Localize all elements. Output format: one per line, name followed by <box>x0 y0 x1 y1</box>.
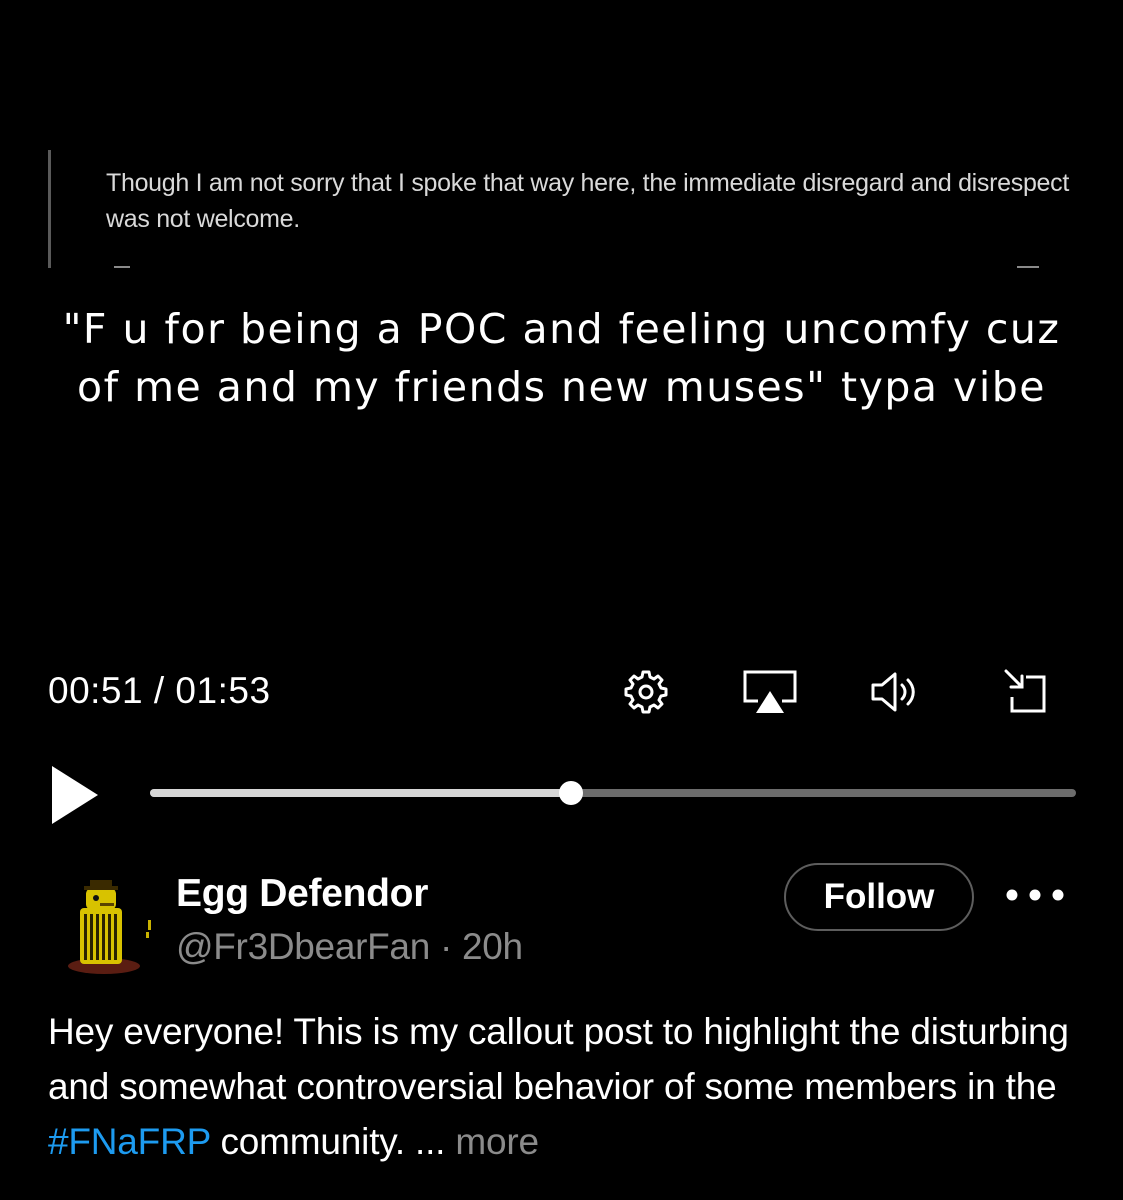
quote-bar <box>48 150 51 268</box>
progress-knob[interactable] <box>559 781 584 805</box>
progress-track[interactable] <box>150 781 1076 805</box>
author-meta: @Fr3DbearFan · 20h <box>176 926 523 968</box>
author-handle[interactable]: @Fr3DbearFan <box>176 926 430 967</box>
meta-separator: · <box>430 926 462 967</box>
minimize-icon[interactable] <box>996 664 1056 720</box>
progress-fill <box>150 789 572 797</box>
post-time[interactable]: 20h <box>462 926 523 967</box>
video-player[interactable]: Though I am not sorry that I spoke that … <box>0 0 1123 850</box>
play-icon[interactable] <box>46 764 102 826</box>
quoted-message-text: Though I am not sorry that I spoke that … <box>106 169 1070 233</box>
avatar[interactable] <box>64 874 160 978</box>
post-text: Hey everyone! This is my callout post to… <box>48 1004 1108 1169</box>
author-name[interactable]: Egg Defendor <box>176 872 428 916</box>
settings-icon[interactable] <box>616 664 676 720</box>
video-caption: "F u for being a POC and feeling uncomfy… <box>62 305 1061 411</box>
divider-left <box>114 266 130 268</box>
more-options-icon[interactable] <box>1004 880 1068 910</box>
follow-button[interactable]: Follow <box>784 863 974 931</box>
post-ellipsis: ... <box>415 1121 446 1162</box>
post-text-start: Hey everyone! This is my callout post to… <box>48 1011 1069 1107</box>
hashtag-link[interactable]: #FNaFRP <box>48 1121 211 1162</box>
volume-icon[interactable] <box>866 664 926 720</box>
post-text-end: community. <box>210 1121 415 1162</box>
playback-time: 00:51 / 01:53 <box>48 670 271 711</box>
airplay-icon[interactable] <box>740 664 800 720</box>
divider-right <box>1017 266 1039 268</box>
more-link[interactable]: more <box>455 1121 539 1162</box>
